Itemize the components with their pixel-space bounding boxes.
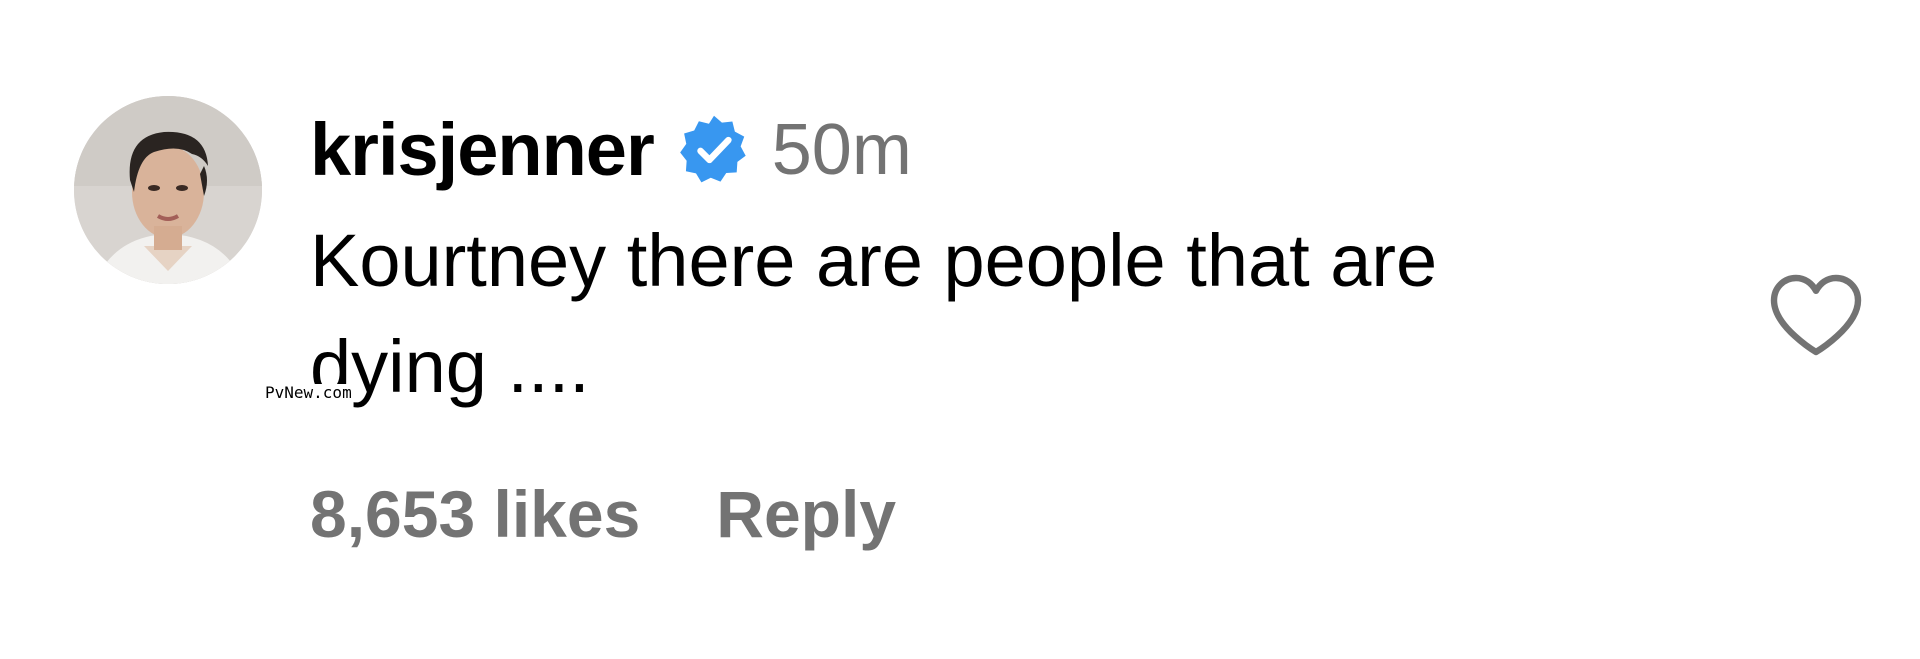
profile-photo xyxy=(74,96,262,284)
comment: krisjenner 50m Kourtney there are people… xyxy=(0,0,1920,659)
username[interactable]: krisjenner xyxy=(310,108,655,192)
avatar[interactable] xyxy=(74,96,262,284)
heart-outline-icon[interactable] xyxy=(1768,272,1864,358)
verified-badge-icon xyxy=(678,114,750,186)
timestamp: 50m xyxy=(771,110,912,190)
comment-header: krisjenner 50m xyxy=(310,108,912,192)
comment-footer: 8,653 likes Reply xyxy=(310,474,896,554)
watermark: PvNew.com xyxy=(265,383,352,402)
likes-count[interactable]: 8,653 likes xyxy=(310,474,640,554)
reply-button[interactable]: Reply xyxy=(716,474,896,554)
comment-text: Kourtney there are people that are dying… xyxy=(310,219,1438,408)
